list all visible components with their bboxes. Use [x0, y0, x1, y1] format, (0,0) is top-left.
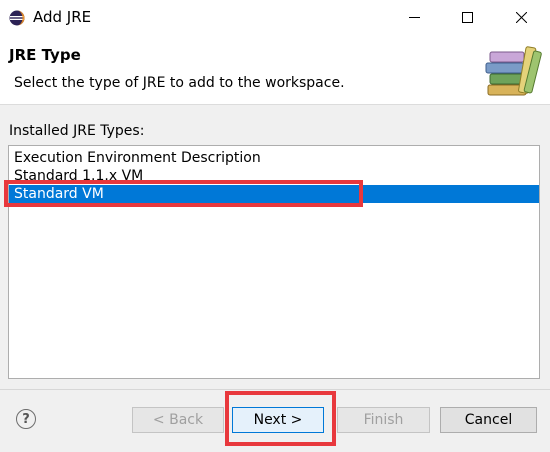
maximize-button[interactable]: [444, 0, 490, 34]
maximize-icon: [461, 11, 473, 23]
page-title: JRE Type: [9, 46, 81, 64]
cancel-button[interactable]: Cancel: [440, 407, 537, 433]
installed-jre-types-label: Installed JRE Types:: [9, 123, 145, 139]
minimize-icon: [408, 16, 420, 18]
title-bar: Add JRE: [0, 0, 550, 34]
footer-separator: [0, 389, 550, 390]
list-item-standard-11x-vm[interactable]: Standard 1.1.x VM: [9, 167, 539, 185]
back-button[interactable]: < Back: [132, 407, 224, 433]
window-title: Add JRE: [33, 8, 92, 26]
wizard-banner: JRE Type Select the type of JRE to add t…: [0, 34, 550, 105]
list-item-execution-environment[interactable]: Execution Environment Description: [9, 149, 539, 167]
close-button[interactable]: [498, 0, 544, 34]
help-icon: ?: [22, 411, 30, 427]
next-button[interactable]: Next >: [232, 407, 324, 433]
eclipse-icon: [9, 10, 25, 26]
help-button[interactable]: ?: [16, 409, 36, 429]
minimize-button[interactable]: [391, 0, 437, 34]
jre-type-list[interactable]: Execution Environment Description Standa…: [8, 145, 540, 379]
list-item-standard-vm[interactable]: Standard VM: [9, 185, 539, 203]
close-icon: [515, 11, 527, 23]
page-description: Select the type of JRE to add to the wor…: [14, 75, 345, 91]
books-icon: [485, 46, 542, 96]
finish-button[interactable]: Finish: [337, 407, 430, 433]
